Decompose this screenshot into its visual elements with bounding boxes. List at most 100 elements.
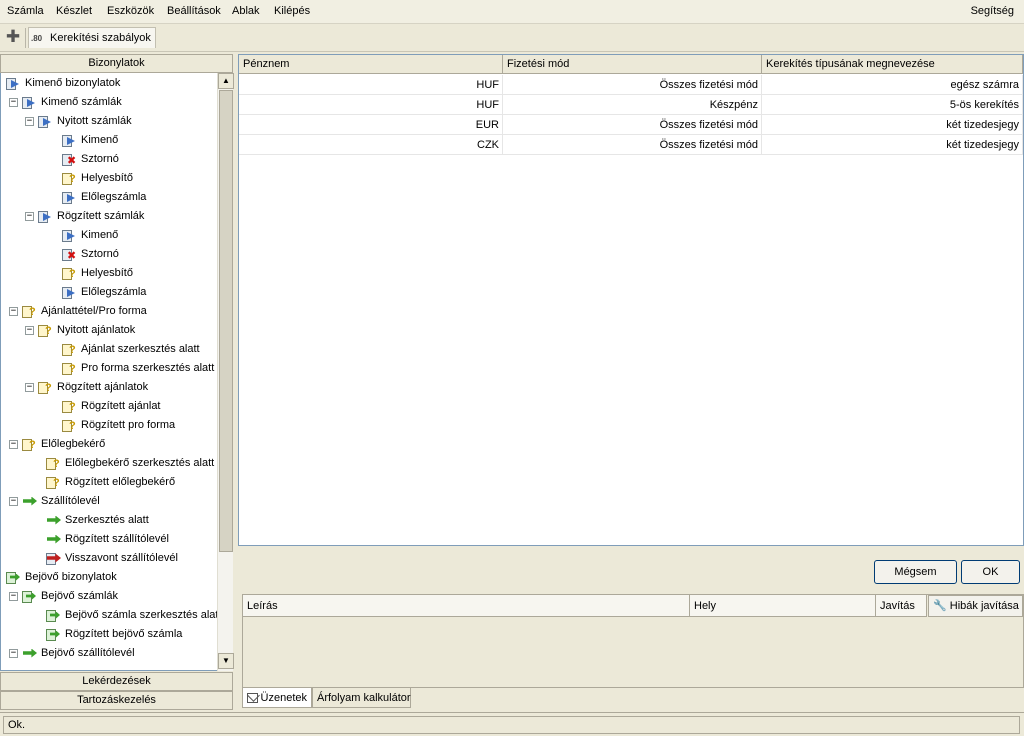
tree-item[interactable]: ? Előlegbekérő szerkesztés alatt — [45, 454, 214, 473]
table-cell[interactable]: két tizedesjegy — [762, 135, 1023, 155]
tree-item[interactable]: Rögzített szállítólevél — [45, 530, 169, 549]
table-cell[interactable]: egész számra — [762, 75, 1023, 95]
menu-help[interactable]: Segítség — [971, 5, 1014, 17]
tab-rounding-rules[interactable]: .80 Kerekítési szabályok — [28, 27, 156, 48]
tree-item[interactable]: Bejövő bizonylatok — [5, 568, 117, 587]
table-cell[interactable]: EUR — [239, 115, 503, 135]
doc-arrow-icon — [61, 229, 77, 243]
tab-messages[interactable]: Üzenetek — [242, 688, 312, 708]
doc-question-icon: ? — [45, 476, 61, 490]
table-row[interactable]: HUF Összes fizetési mód egész számra — [239, 75, 1023, 95]
tree-item[interactable]: ? Pro forma szerkesztés alatt — [61, 359, 214, 378]
collapse-icon[interactable]: − — [9, 592, 18, 601]
tree-item-label: Bejövő szállítólevél — [41, 647, 135, 659]
tree-item[interactable]: ? Ajánlat szerkesztés alatt — [61, 340, 200, 359]
doc-green-icon — [21, 590, 37, 604]
tree-item[interactable]: ? Helyesbítő — [61, 169, 133, 188]
table-row[interactable]: HUF Készpénz 5-ös kerekítés — [239, 95, 1023, 115]
tree-item[interactable]: − Szállítólevél — [9, 492, 100, 511]
menu-szamla[interactable]: Számla — [7, 5, 44, 17]
tree-item[interactable]: −? Rögzített ajánlatok — [25, 378, 148, 397]
plus-icon[interactable]: ✚ — [4, 28, 22, 47]
green-arrow-icon — [45, 514, 61, 528]
menu-eszkozok[interactable]: Eszközök — [107, 5, 154, 17]
scroll-thumb[interactable] — [219, 90, 233, 552]
column-fix[interactable]: Javítás — [876, 595, 927, 617]
tree-item[interactable]: Rögzített bejövő számla — [45, 625, 182, 644]
doc-x-icon: ✖ — [61, 248, 77, 262]
tree-item[interactable]: ? Helyesbítő — [61, 264, 133, 283]
table-cell[interactable]: két tizedesjegy — [762, 115, 1023, 135]
collapse-icon[interactable]: − — [25, 117, 34, 126]
collapse-icon[interactable]: − — [25, 383, 34, 392]
accordion-tartozaskezeles[interactable]: Tartozáskezelés — [0, 691, 233, 710]
tree-item-label: Rögzített szállítólevél — [65, 533, 169, 545]
tree-item[interactable]: ? Rögzített pro forma — [61, 416, 175, 435]
table-cell[interactable]: Összes fizetési mód — [503, 135, 762, 155]
column-description[interactable]: Leírás — [243, 595, 690, 617]
table-row[interactable]: CZK Összes fizetési mód két tizedesjegy — [239, 135, 1023, 155]
table-cell[interactable]: Összes fizetési mód — [503, 115, 762, 135]
collapse-icon[interactable]: − — [25, 212, 34, 221]
fix-errors-button[interactable]: 🔧 Hibák javítása — [928, 595, 1023, 617]
cancel-button[interactable]: Mégsem — [874, 560, 957, 584]
collapse-icon[interactable]: − — [9, 497, 18, 506]
tree-item[interactable]: Kimenő — [61, 226, 118, 245]
table-cell[interactable]: 5-ös kerekítés — [762, 95, 1023, 115]
tree-item[interactable]: Kimenő bizonylatok — [5, 74, 120, 93]
tree-item[interactable]: − Kimenő számlák — [9, 93, 122, 112]
tree-item[interactable]: ✖ Sztornó — [61, 245, 119, 264]
column-currency[interactable]: Pénznem — [239, 55, 503, 74]
tree-item[interactable]: − Rögzített számlák — [25, 207, 144, 226]
tab-exchange-calculator[interactable]: Árfolyam kalkulátor — [312, 688, 411, 708]
tree-item[interactable]: −? Ajánlattétel/Pro forma — [9, 302, 147, 321]
collapse-icon[interactable]: − — [9, 307, 18, 316]
menu-ablak[interactable]: Ablak — [232, 5, 260, 17]
tree-item[interactable]: Kimenő — [61, 131, 118, 150]
collapse-icon[interactable]: − — [9, 649, 18, 658]
scroll-down-icon[interactable]: ▼ — [218, 653, 234, 669]
tree-item[interactable]: − Bejövő számlák — [9, 587, 118, 606]
collapse-icon[interactable]: − — [9, 98, 18, 107]
tree-item[interactable]: −? Nyitott ajánlatok — [25, 321, 135, 340]
green-arrow-icon — [21, 647, 37, 661]
table-cell[interactable]: Készpénz — [503, 95, 762, 115]
tree-item[interactable]: ? Rögzített előlegbekérő — [45, 473, 175, 492]
scroll-up-icon[interactable]: ▲ — [218, 73, 234, 89]
tree-scrollbar[interactable]: ▲ ▼ — [217, 73, 234, 671]
tree-item[interactable]: ? Rögzített ajánlat — [61, 397, 161, 416]
tree-item[interactable]: Bejövő számla szerkesztés alatt — [45, 606, 222, 625]
doc-green-icon — [45, 609, 61, 623]
tree-item-label: Nyitott ajánlatok — [57, 324, 136, 336]
tree-item-label: Visszavont szállítólevél — [65, 552, 178, 564]
tree-item[interactable]: Előlegszámla — [61, 283, 146, 302]
tree-item[interactable]: Visszavont szállítólevél — [45, 549, 178, 568]
tree-item-label: Kimenő számlák — [41, 96, 122, 108]
tree-item[interactable]: − Bejövő szállítólevél — [9, 644, 135, 663]
tree-item[interactable]: Előlegszámla — [61, 188, 146, 207]
table-cell[interactable]: CZK — [239, 135, 503, 155]
status-text: Ok. — [3, 716, 1020, 734]
doc-question-icon: ? — [61, 172, 77, 186]
menu-keszlet[interactable]: Készlet — [56, 5, 92, 17]
tree-item[interactable]: ✖ Sztornó — [61, 150, 119, 169]
menu-beallitasok[interactable]: Beállítások — [167, 5, 221, 17]
table-cell[interactable]: Összes fizetési mód — [503, 75, 762, 95]
column-payment-method[interactable]: Fizetési mód — [503, 55, 762, 74]
column-location[interactable]: Hely — [690, 595, 876, 617]
ok-button[interactable]: OK — [961, 560, 1020, 584]
tree-item[interactable]: Szerkesztés alatt — [45, 511, 149, 530]
table-cell[interactable]: HUF — [239, 75, 503, 95]
table-row[interactable]: EUR Összes fizetési mód két tizedesjegy — [239, 115, 1023, 135]
collapse-icon[interactable]: − — [25, 326, 34, 335]
tree-item[interactable]: − Nyitott számlák — [25, 112, 132, 131]
doc-arrow-icon — [37, 210, 53, 224]
doc-arrow-icon — [61, 134, 77, 148]
collapse-icon[interactable]: − — [9, 440, 18, 449]
panel-header-bizonylatok[interactable]: Bizonylatok — [0, 54, 233, 73]
table-cell[interactable]: HUF — [239, 95, 503, 115]
column-rounding-type[interactable]: Kerekítés típusának megnevezése — [762, 55, 1023, 74]
accordion-lekerdezesek[interactable]: Lekérdezések — [0, 672, 233, 691]
tree-item[interactable]: −? Előlegbekérő — [9, 435, 105, 454]
menu-kilepes[interactable]: Kilépés — [274, 5, 310, 17]
